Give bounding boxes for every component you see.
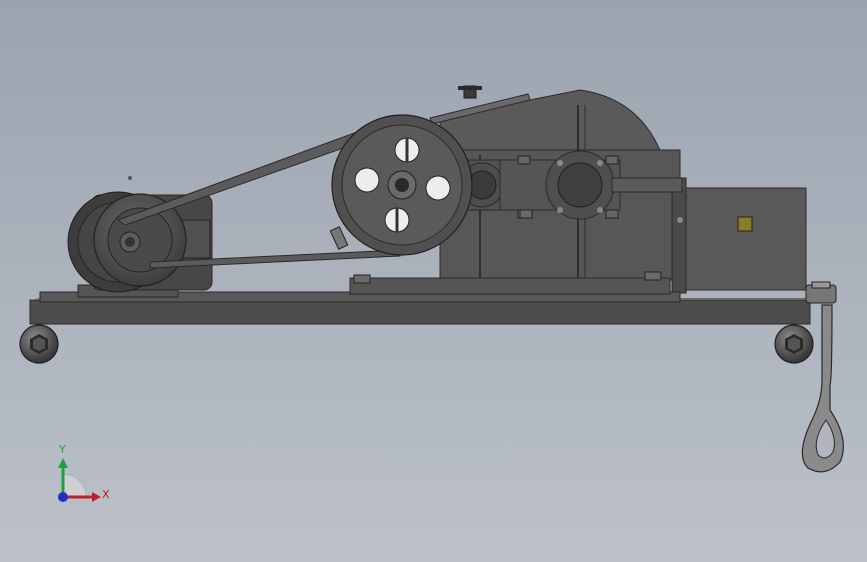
machine-model[interactable] <box>0 0 867 562</box>
coordinate-triad <box>58 458 101 502</box>
control-box <box>671 177 807 294</box>
graphics-viewport[interactable]: Y X <box>0 0 867 562</box>
z-axis-dot <box>58 492 68 502</box>
y-axis-label: Y <box>59 443 66 456</box>
caster-wheel-right <box>774 324 814 364</box>
tension-pin <box>329 226 349 250</box>
caster-wheel-left <box>19 324 59 364</box>
x-axis-label: X <box>102 488 110 501</box>
large-pulley <box>331 114 473 256</box>
